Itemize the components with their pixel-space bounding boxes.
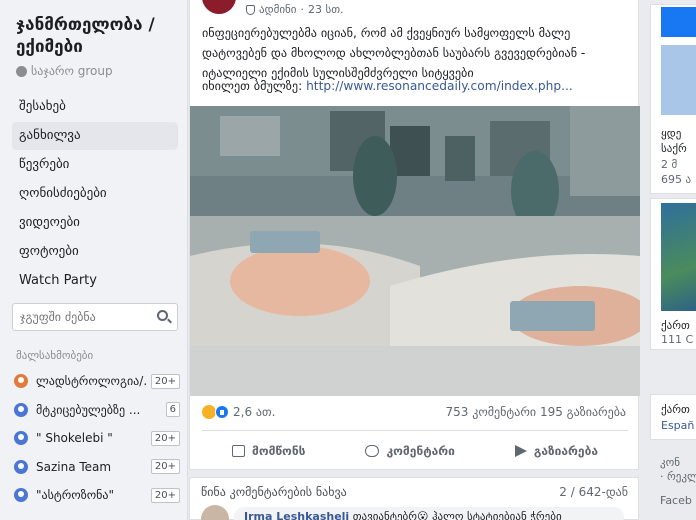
notification-badge: 20+ (150, 487, 180, 503)
shortcut-name: " Shokelebi " (36, 431, 113, 446)
map-card[interactable]: ქართ 111 C (650, 198, 696, 350)
suggested-group-card[interactable]: ყდე საქრ 2 მ 695 ა (650, 4, 696, 194)
like-icon (232, 445, 245, 457)
group-icon (14, 374, 28, 389)
like-label: მომწონს (252, 444, 306, 458)
shortcut-name: ლადსტროლოგია/... (36, 374, 147, 389)
card-image (661, 45, 696, 115)
map-thumbnail (661, 203, 696, 311)
group-privacy-label: საჯარო group (31, 64, 113, 78)
post-text: ინფეციერებულებმა იციან, რომ ამ ქვეყნიურ … (202, 26, 586, 80)
shortcut-item[interactable]: ლადსტროლოგია/... 20+ (14, 367, 180, 396)
notification-badge: 20+ (150, 459, 180, 475)
card-line: ყდე (661, 127, 682, 140)
meta-separator: · (300, 3, 304, 16)
comment-text: თავიანტებრ😮 ჰალო სტატიებიან ჭრები (352, 510, 562, 520)
post-link[interactable]: http://www.resonancedaily.com/index.php.… (306, 79, 573, 93)
like-button[interactable]: მომწონს (232, 444, 305, 458)
comment-icon (365, 445, 380, 457)
globe-icon (16, 65, 27, 77)
notification-badge: 20+ (150, 373, 180, 389)
card-line: 111 C (661, 333, 694, 346)
group-icon (14, 488, 28, 503)
card-line: ქართ (661, 403, 690, 416)
footer-line[interactable]: · რეკლ (660, 470, 696, 483)
group-icon (14, 459, 28, 474)
commenter-avatar[interactable] (201, 505, 229, 520)
language-link[interactable]: Españ (661, 419, 694, 432)
right-column: ყდე საქრ 2 მ 695 ა ქართ 111 C ქართ Españ… (650, 0, 696, 520)
language-card: ქართ Españ (650, 394, 696, 440)
shortcut-item[interactable]: მტკიცებულებზე ... 6 (14, 396, 180, 425)
nav-item-videos[interactable]: ვიდეოები (12, 209, 178, 237)
shortcut-name: "ასტროზონა" (36, 488, 115, 503)
search-icon[interactable] (157, 310, 168, 321)
reaction-count: 2,6 ათ. (233, 405, 276, 419)
group-icon (14, 431, 28, 446)
nav-item-photos[interactable]: ფოტოები (12, 238, 178, 266)
group-title[interactable]: ჯანმრთელობა / ექიმები (16, 14, 181, 58)
shortcuts-list: ლადსტროლოგია/... 20+ მტკიცებულებზე ... 6… (14, 367, 180, 510)
share-button[interactable]: გაზიარება (514, 444, 598, 458)
engagement-counts: 753 კომენტარი 195 გაზიარება (446, 405, 627, 419)
share-label: გაზიარება (533, 444, 598, 458)
divider (202, 430, 628, 431)
comments-section: წინა კომენტარების ნახვა 2 / 642-დან Irma… (189, 477, 639, 520)
icu-photo-illustration (190, 106, 640, 396)
group-sidebar: ჯანმრთელობა / ექიმები საჯარო group შესახ… (0, 0, 188, 520)
group-icon (14, 402, 28, 417)
post-time[interactable]: 23 სთ. (308, 3, 344, 16)
group-privacy: საჯარო group (16, 64, 113, 78)
shares-count[interactable]: 195 გაზიარება (540, 405, 626, 419)
sad-reaction-icon (202, 405, 216, 419)
link-prefix: იხილეთ ბმულზე: (202, 79, 303, 93)
card-line: საქრ (661, 142, 687, 155)
commenter-name[interactable]: Irma Leshkasheli (244, 510, 349, 520)
shortcut-item[interactable]: "ასტროზონა" 20+ (14, 481, 180, 510)
comments-page-count: 2 / 642-დან (559, 485, 628, 499)
notification-badge: 20+ (150, 430, 180, 446)
shortcuts-label: მალსახმობები (16, 349, 94, 362)
post-meta: ადმინი · 23 სთ. (246, 3, 344, 16)
post-author[interactable]: ადმინი (259, 3, 296, 16)
shortcut-name: Sazina Team (36, 459, 112, 474)
post-photo[interactable] (190, 106, 640, 396)
author-avatar[interactable] (202, 0, 236, 14)
comment-bubble: Irma Leshkasheli თავიანტებრ😮 ჰალო სტატიე… (234, 507, 624, 520)
view-previous-comments[interactable]: წინა კომენტარების ნახვა (201, 485, 347, 499)
comment-button[interactable]: კომენტარი (365, 444, 455, 458)
footer-line[interactable]: კონ (660, 456, 680, 469)
comment-label: კომენტარი (386, 444, 455, 458)
nav-item-about[interactable]: შესახებ (12, 93, 178, 121)
post-link-line: იხილეთ ბმულზე: http://www.resonancedaily… (202, 79, 630, 93)
nav-item-watch-party[interactable]: Watch Party (12, 267, 178, 295)
nav-item-discussion[interactable]: განხილვა (12, 122, 178, 150)
group-search-input[interactable] (12, 303, 178, 331)
like-reaction-icon (215, 405, 229, 419)
card-line: 2 მ (661, 158, 678, 171)
card-cover (661, 7, 696, 37)
footer-line: Faceb (660, 494, 692, 507)
shield-icon (246, 4, 255, 15)
post-card: ადმინი · 23 სთ. ინფეციერებულებმა იციან, … (189, 0, 640, 470)
shortcut-item[interactable]: " Shokelebi " 20+ (14, 424, 180, 453)
reactions-summary[interactable]: 2,6 ათ. (202, 405, 275, 419)
nav-item-members[interactable]: წევრები (12, 151, 178, 179)
shortcut-name: მტკიცებულებზე ... (36, 402, 141, 417)
nav-item-events[interactable]: ღონისძიებები (12, 180, 178, 208)
group-nav: შესახებ განხილვა წევრები ღონისძიებები ვი… (12, 93, 178, 296)
share-icon (514, 445, 527, 457)
post-actions: მომწონს კომენტარი გაზიარება (202, 434, 628, 468)
notification-badge: 6 (165, 402, 180, 418)
card-line: 695 ა (661, 173, 692, 186)
comments-count[interactable]: 753 კომენტარი (446, 405, 537, 419)
card-line: ქართ (661, 319, 690, 332)
shortcut-item[interactable]: Sazina Team 20+ (14, 453, 180, 482)
